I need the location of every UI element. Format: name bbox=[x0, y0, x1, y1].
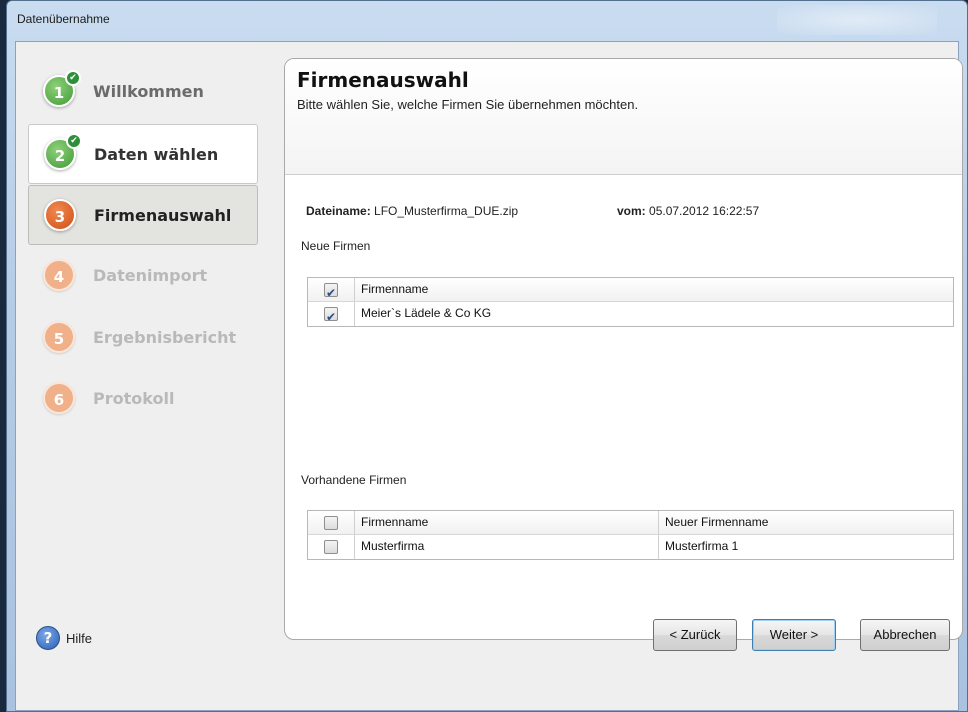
checkmark-icon: ✔ bbox=[65, 70, 81, 86]
table-row[interactable]: Musterfirma Musterfirma 1 bbox=[308, 535, 953, 559]
step-protokoll: 6 Protokoll bbox=[28, 369, 258, 429]
table-row[interactable]: Meier`s Lädele & Co KG bbox=[308, 302, 953, 329]
select-all-cell bbox=[308, 278, 354, 305]
row-checkbox[interactable] bbox=[324, 306, 338, 329]
step-datenimport: 4 Datenimport bbox=[28, 246, 258, 306]
company-name-cell[interactable]: Meier`s Lädele & Co KG bbox=[354, 302, 953, 326]
select-all-checkbox[interactable] bbox=[324, 516, 338, 530]
select-all-cell bbox=[308, 511, 354, 534]
column-header-neuer-firmenname[interactable]: Neuer Firmenname bbox=[658, 511, 953, 534]
back-button[interactable]: < Zurück bbox=[653, 619, 737, 651]
step-label: Firmenauswahl bbox=[94, 206, 232, 225]
row-checkbox-cell bbox=[308, 535, 354, 559]
file-date-label: vom: bbox=[617, 204, 646, 218]
title-bar: Datenübernahme bbox=[7, 1, 967, 41]
row-checkbox-cell bbox=[308, 302, 354, 329]
step-label: Ergebnisbericht bbox=[93, 328, 237, 347]
window-client: 1 ✔ Willkommen 2 ✔ Daten wählen 3 Firmen… bbox=[15, 41, 963, 711]
grid-header-row: Firmenname bbox=[308, 278, 953, 305]
step-number-badge: 6 bbox=[43, 382, 75, 414]
step-label: Protokoll bbox=[93, 389, 175, 408]
new-company-name-cell[interactable]: Musterfirma 1 bbox=[658, 535, 953, 559]
select-all-checkbox[interactable] bbox=[324, 282, 338, 305]
step-willkommen[interactable]: 1 ✔ Willkommen bbox=[28, 62, 258, 122]
step-number-badge: 3 bbox=[44, 199, 76, 231]
file-date-info: vom: 05.07.2012 16:22:57 bbox=[617, 204, 759, 218]
step-number-badge: 5 bbox=[43, 321, 75, 353]
step-firmenauswahl[interactable]: 3 Firmenauswahl bbox=[28, 185, 258, 245]
next-button[interactable]: Weiter > bbox=[752, 619, 836, 651]
new-companies-grid: Firmenname Meier`s Lädele & Co KG bbox=[307, 277, 954, 329]
company-name-cell[interactable]: Musterfirma bbox=[354, 535, 658, 559]
wizard-window: Datenübernahme 1 ✔ Willkommen 2 ✔ Daten … bbox=[6, 0, 968, 712]
window-title: Datenübernahme bbox=[17, 12, 110, 26]
step-ergebnisbericht: 5 Ergebnisbericht bbox=[28, 308, 258, 368]
file-date-value: 05.07.2012 16:22:57 bbox=[649, 204, 760, 218]
panel-header: Firmenauswahl Bitte wählen Sie, welche F… bbox=[285, 59, 962, 175]
checkmark-icon: ✔ bbox=[66, 133, 82, 149]
cancel-button[interactable]: Abbrechen bbox=[860, 619, 950, 651]
step-label: Willkommen bbox=[93, 82, 204, 101]
grid-header-row: Firmenname Neuer Firmenname bbox=[308, 511, 953, 535]
step-label: Datenimport bbox=[93, 266, 208, 285]
file-name-label: Dateiname: bbox=[306, 204, 371, 218]
step-number-badge: 4 bbox=[43, 259, 75, 291]
column-header-firmenname[interactable]: Firmenname bbox=[354, 278, 953, 301]
page-title: Firmenauswahl bbox=[297, 68, 469, 92]
file-name-value: LFO_Musterfirma_DUE.zip bbox=[374, 204, 519, 218]
step-label: Daten wählen bbox=[94, 145, 219, 164]
column-header-firmenname[interactable]: Firmenname bbox=[354, 511, 658, 534]
new-companies-label: Neue Firmen bbox=[301, 239, 371, 253]
existing-companies-grid: Firmenname Neuer Firmenname Musterfirma … bbox=[307, 510, 954, 560]
page-subtitle: Bitte wählen Sie, welche Firmen Sie über… bbox=[297, 97, 639, 112]
step-daten-waehlen[interactable]: 2 ✔ Daten wählen bbox=[28, 124, 258, 184]
row-checkbox[interactable] bbox=[324, 540, 338, 554]
content-panel: Firmenauswahl Bitte wählen Sie, welche F… bbox=[284, 58, 963, 640]
question-mark-icon[interactable]: ? bbox=[36, 626, 60, 650]
file-name-info: Dateiname: LFO_Musterfirma_DUE.zip bbox=[306, 204, 518, 218]
existing-companies-label: Vorhandene Firmen bbox=[301, 473, 407, 487]
help-link[interactable]: Hilfe bbox=[66, 631, 92, 646]
